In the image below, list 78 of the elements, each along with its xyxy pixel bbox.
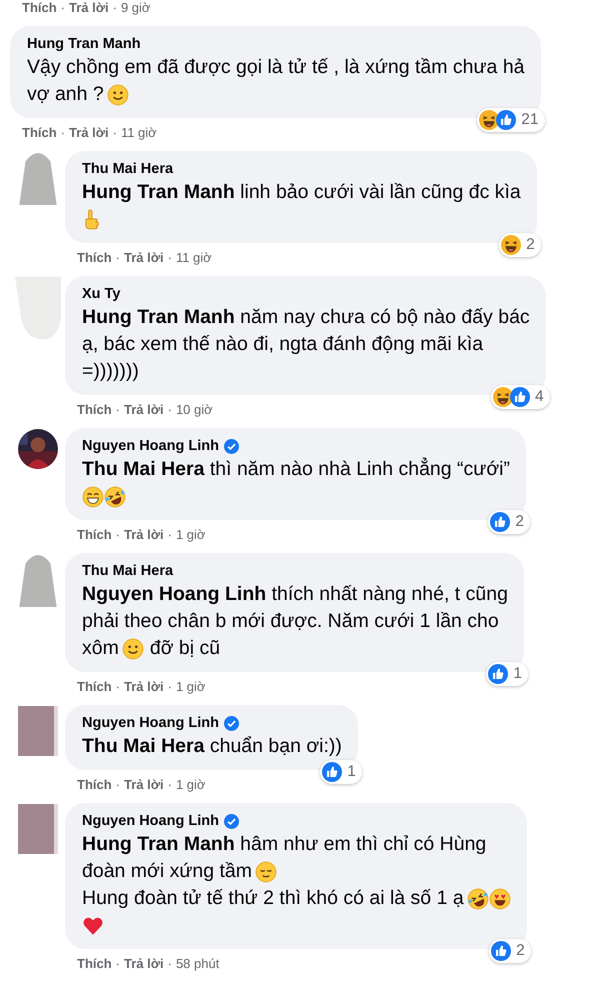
author-name[interactable]: Thu Mai Hera <box>82 159 174 179</box>
reply-link[interactable]: Trả lời <box>124 250 164 266</box>
comment-text: Thu Mai Hera chuẩn bạn ơi:)) <box>82 734 342 759</box>
sleepy-face-emoji-icon <box>255 860 277 882</box>
separator: · <box>168 679 172 695</box>
reply-link[interactable]: Trả lời <box>124 527 164 543</box>
comment-time[interactable]: 10 giờ <box>176 402 213 418</box>
comment-text: Hung Tran Manh linh bảo cưới vài lần cũng đc kìa <box>82 180 521 205</box>
author-name[interactable]: Nguyen Hoang Linh <box>82 436 219 456</box>
like-link[interactable]: Thích <box>77 402 112 418</box>
separator: · <box>116 250 120 266</box>
comment-text: Vậy chồng em đã được gọi là tử tế , là xứng tầm chưa hả <box>27 55 525 80</box>
laughing-tears-emoji-icon <box>466 888 489 910</box>
like-link[interactable]: Thích <box>77 956 112 972</box>
separator: · <box>112 0 117 16</box>
separator: · <box>116 956 120 972</box>
separator: · <box>116 402 120 418</box>
like-link[interactable]: Thích <box>22 0 57 16</box>
separator: · <box>168 250 172 266</box>
comment-text: Hung Tran Manh năm nay chưa có bộ nào đấy bác <box>82 305 530 330</box>
reaction-badge[interactable]: 2 <box>488 510 530 534</box>
reply-link[interactable]: Trả lời <box>69 0 109 16</box>
comment-time[interactable]: 9 giờ <box>120 0 150 16</box>
reply-link[interactable]: Trả lời <box>69 125 109 141</box>
laughing-tears-emoji-icon <box>104 486 126 508</box>
comment-text: Hung Tran Manh hâm như em thì chỉ có Hùng <box>82 832 486 857</box>
grin-emoji-icon <box>82 486 104 508</box>
separator: · <box>60 125 66 141</box>
separator: · <box>168 956 172 972</box>
comment-text: ạ, bác xem thế nào đi, ngta đánh động mãi kìa <box>82 332 484 357</box>
like-link[interactable]: Thích <box>22 125 57 141</box>
separator: · <box>168 527 172 543</box>
comment-text: =))))))) <box>82 359 139 384</box>
reaction-badge[interactable]: 2 <box>489 939 531 963</box>
like-link[interactable]: Thích <box>77 527 112 543</box>
comment-text: đỡ bị cũ <box>150 636 220 661</box>
smile-emoji-icon <box>106 84 129 106</box>
comment-time[interactable]: 58 phút <box>176 956 220 972</box>
comment-time[interactable]: 1 giờ <box>176 777 206 793</box>
comment-text: Nguyen Hoang Linh thích nhất nàng nhé, t cũng <box>82 582 508 607</box>
separator: · <box>116 679 120 695</box>
comment-text: vợ anh ? <box>27 82 104 107</box>
author-name[interactable]: Xu Ty <box>82 284 120 304</box>
reaction-badge[interactable]: 1 <box>320 760 362 784</box>
reaction-badge[interactable]: 1 <box>486 662 528 686</box>
comment-text: Thu Mai Hera thì năm nào nhà Linh chẳng “cưới” <box>82 456 510 482</box>
reaction-badge[interactable]: 21 <box>477 108 545 132</box>
comment-text: phải theo chân b mới được. Năm cưới 1 lần cho <box>82 609 499 634</box>
comment-time[interactable]: 1 giờ <box>176 679 206 695</box>
avatar[interactable] <box>16 705 60 757</box>
separator: · <box>60 0 66 16</box>
reply-link[interactable]: Trả lời <box>124 777 164 793</box>
reaction-badge[interactable]: 2 <box>499 233 541 257</box>
comment-time[interactable]: 1 giờ <box>176 527 206 543</box>
comment-text: Hung đoàn tử tế thứ 2 thì khó có ai là số 1 ạ <box>82 886 464 911</box>
author-name[interactable]: Nguyen Hoang Linh <box>82 713 219 733</box>
like-link[interactable]: Thích <box>77 250 112 266</box>
author-name[interactable]: Thu Mai Hera <box>82 561 174 581</box>
author-name[interactable]: Hung Tran Manh <box>27 34 141 54</box>
comment-time[interactable]: 11 giờ <box>120 125 157 141</box>
comment-text: đoàn mới xứng tầm <box>82 859 252 884</box>
reaction-badge[interactable]: 4 <box>491 385 550 409</box>
comment-time[interactable]: 11 giờ <box>176 250 212 266</box>
separator: · <box>168 402 172 418</box>
like-link[interactable]: Thích <box>77 777 112 793</box>
heart-eyes-emoji-icon <box>488 888 511 910</box>
reply-link[interactable]: Trả lời <box>124 956 164 972</box>
avatar[interactable] <box>16 803 60 855</box>
like-link[interactable]: Thích <box>77 679 112 695</box>
separator: · <box>112 125 117 141</box>
separator: · <box>116 777 120 793</box>
reply-link[interactable]: Trả lời <box>124 679 164 695</box>
author-name[interactable]: Nguyen Hoang Linh <box>82 811 219 831</box>
smile-emoji-icon <box>122 638 144 660</box>
separator: · <box>168 777 172 793</box>
separator: · <box>116 527 120 543</box>
reply-link[interactable]: Trả lời <box>124 402 164 418</box>
comment-text: xôm <box>82 636 119 661</box>
